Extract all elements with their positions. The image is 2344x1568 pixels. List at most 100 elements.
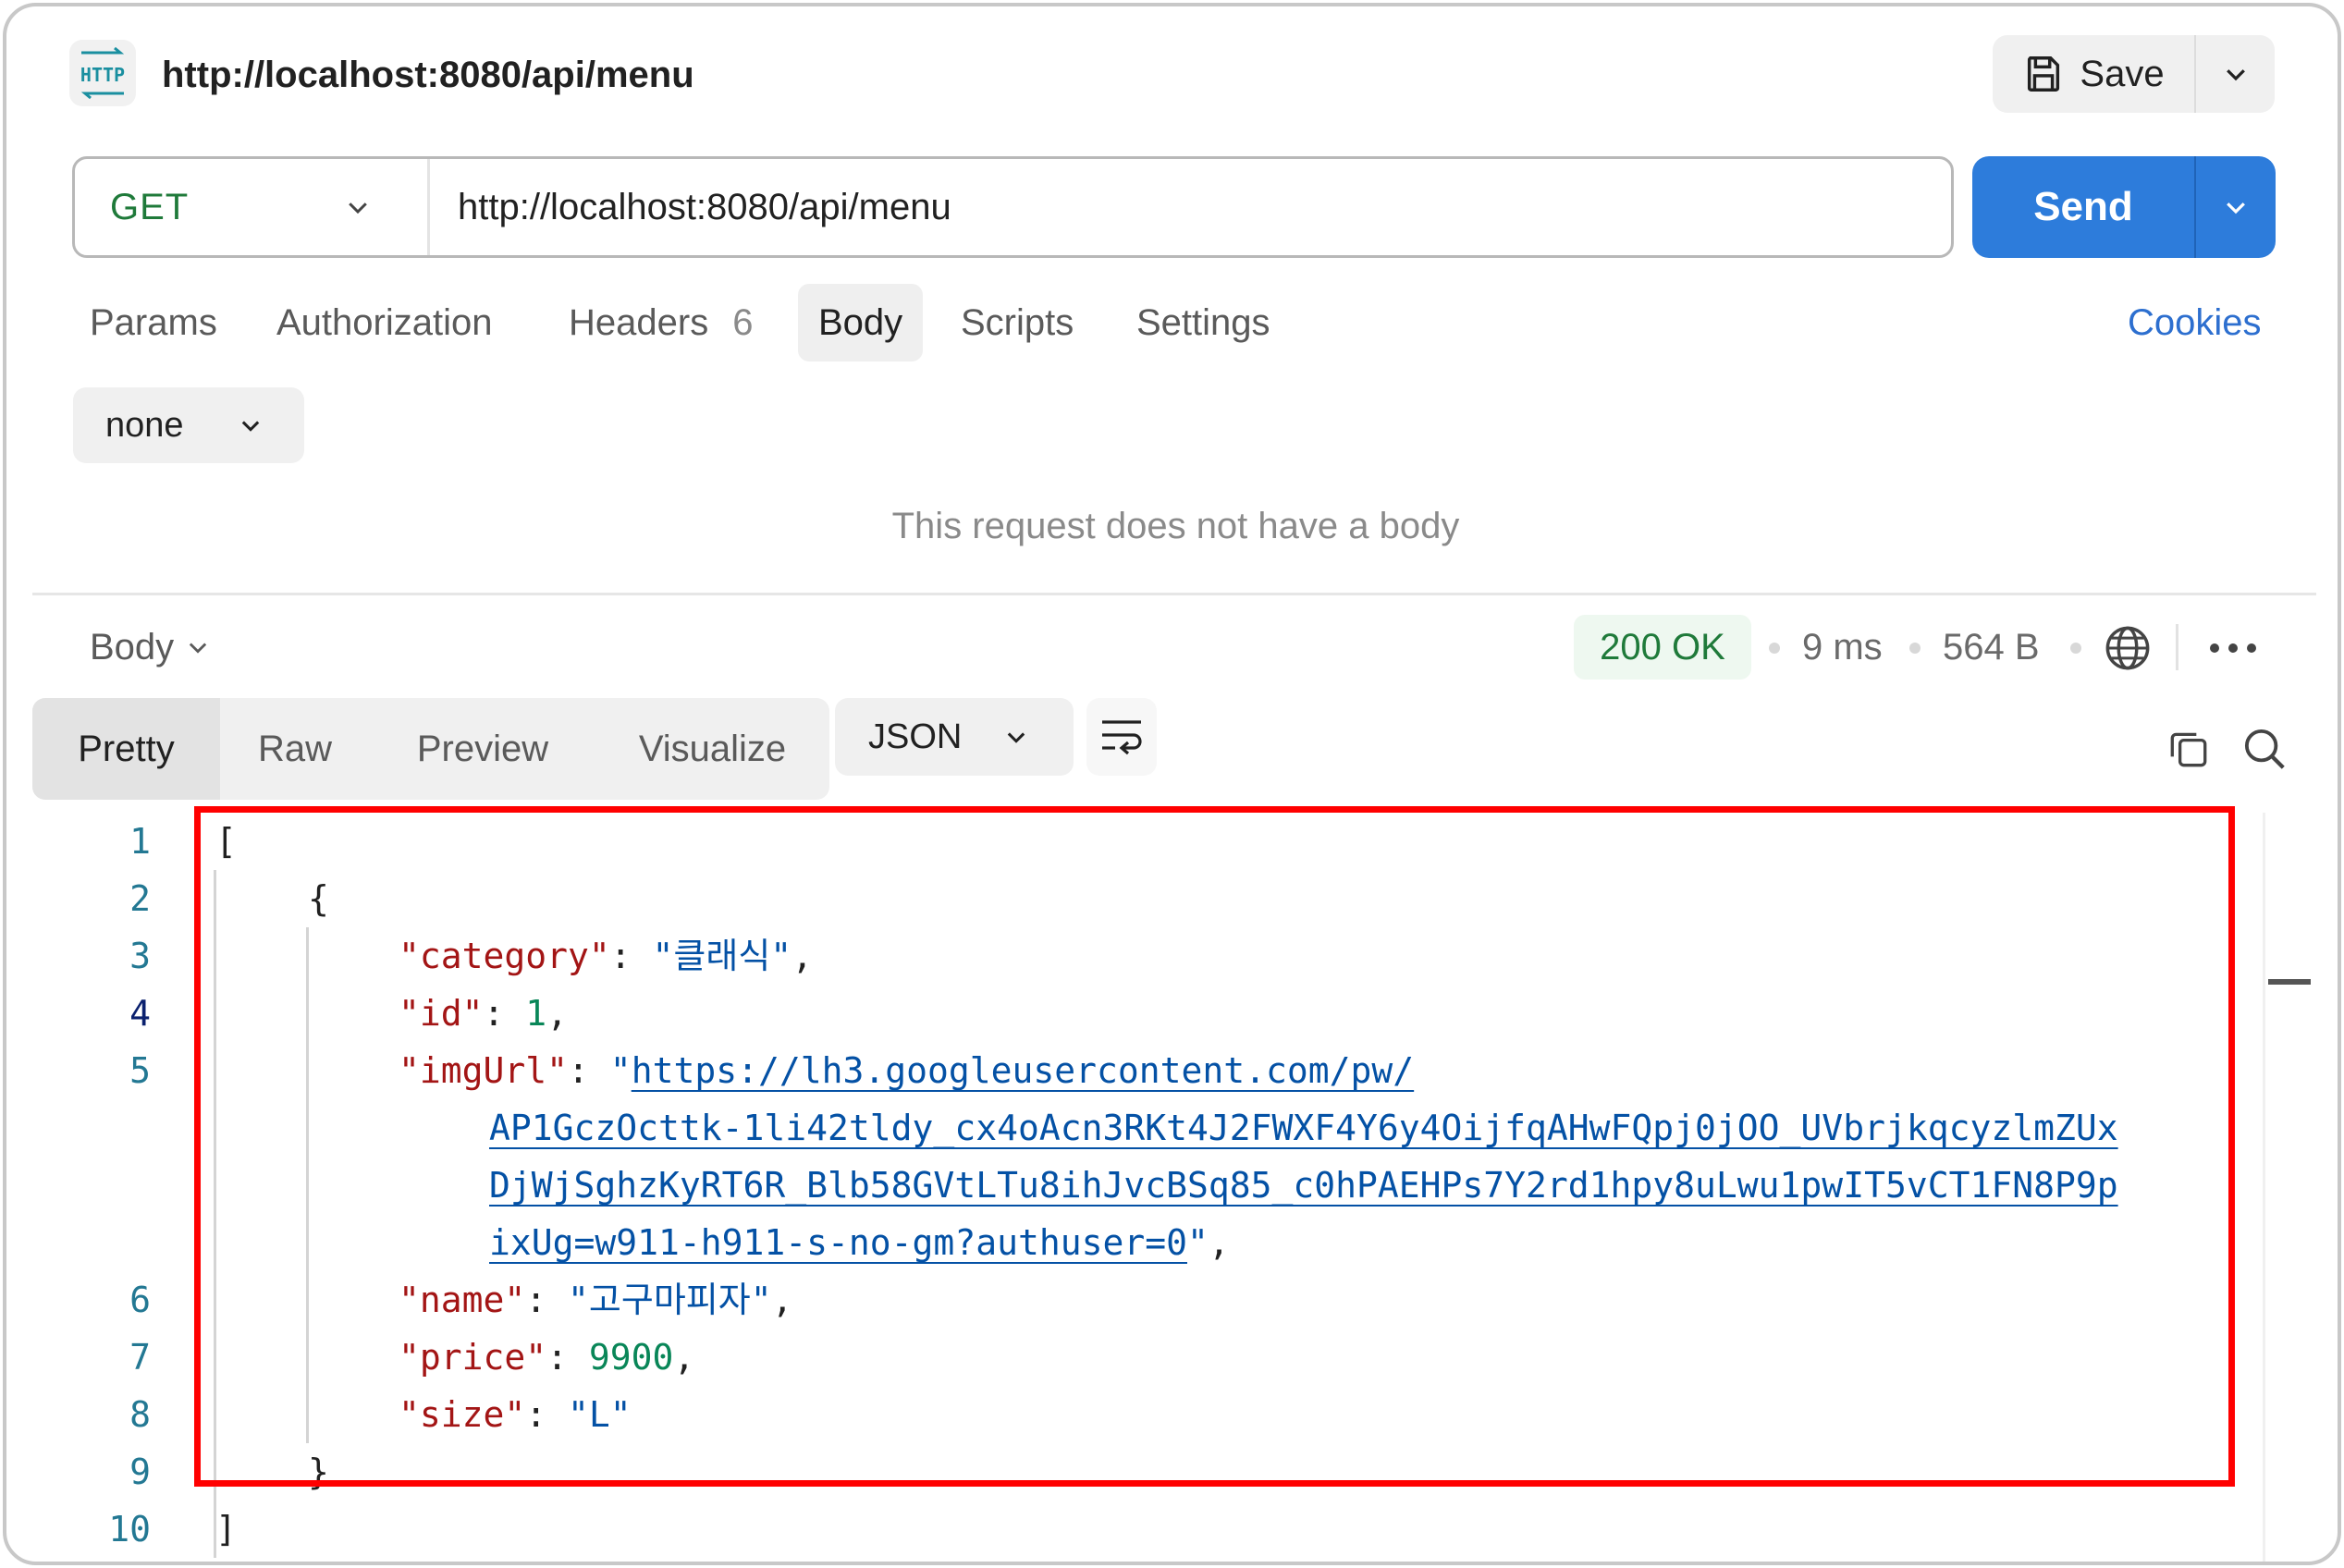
- word-wrap-button[interactable]: [1086, 698, 1157, 776]
- tab-headers-label: Headers: [569, 301, 709, 343]
- editor-scrollbar-thumb[interactable]: [2268, 979, 2311, 985]
- format-label: JSON: [868, 717, 963, 756]
- chevron-down-icon: [241, 421, 260, 432]
- indent-guide: [306, 927, 309, 1443]
- method-select[interactable]: GET: [75, 159, 430, 255]
- tab-visualize[interactable]: Visualize: [595, 698, 829, 800]
- json-number: 1: [525, 993, 547, 1034]
- tab-settings[interactable]: Settings: [1136, 284, 1270, 361]
- url-input[interactable]: [430, 159, 1951, 255]
- word-wrap-icon: [1102, 720, 1142, 755]
- copy-icon: [2170, 732, 2207, 767]
- line-number: 6: [129, 1280, 151, 1320]
- json-string: "L": [568, 1394, 632, 1435]
- line-number-current: 4: [129, 993, 151, 1034]
- indent-guide: [214, 870, 216, 1558]
- line-number: 7: [129, 1337, 151, 1378]
- tab-headers[interactable]: Headers 6: [569, 284, 753, 361]
- code-line: [: [215, 813, 237, 870]
- chevron-down-icon: [2226, 69, 2245, 81]
- response-size[interactable]: 564 B: [1943, 617, 2040, 678]
- http-arrows-icon: HTTP: [80, 47, 125, 99]
- send-button[interactable]: Send: [1972, 156, 2194, 258]
- line-number: 10: [108, 1509, 151, 1550]
- json-string: "클래식": [652, 936, 792, 976]
- code-line: "imgUrl": "https://lh3.googleusercontent…: [399, 1050, 1415, 1091]
- json-punct: ]: [215, 1509, 237, 1550]
- meta-separator: [2070, 643, 2081, 654]
- network-info-button[interactable]: [2100, 620, 2155, 676]
- send-button-group: Send: [1972, 156, 2276, 258]
- line-number: 8: [129, 1394, 151, 1435]
- img-url-link[interactable]: DjWjSghzKyRT6R_Blb58GVtLTu8ihJvcBSq85_c0…: [489, 1165, 2118, 1206]
- code-line: "size": "L": [399, 1394, 632, 1435]
- headers-count-badge: 6: [732, 301, 754, 343]
- tab-body[interactable]: Body: [798, 284, 924, 361]
- method-label: GET: [110, 186, 190, 227]
- tab-params[interactable]: Params: [90, 284, 217, 361]
- header-separator: [2176, 624, 2178, 670]
- save-options-button[interactable]: [2196, 35, 2275, 113]
- code-line: {: [308, 870, 329, 927]
- meta-separator: [1909, 643, 1921, 654]
- json-key: "name": [399, 1280, 526, 1320]
- search-button[interactable]: [2235, 720, 2294, 778]
- img-url-link[interactable]: ixUg=w911-h911-s-no-gm?authuser=0: [489, 1222, 1187, 1263]
- chevron-down-icon: [2227, 202, 2245, 214]
- tab-raw[interactable]: Raw: [220, 698, 370, 800]
- code-line: "category": "클래식",: [399, 936, 814, 976]
- response-view-tabs: Pretty Raw Preview Visualize: [32, 698, 829, 800]
- code-line: }: [308, 1443, 329, 1501]
- globe-icon: [2105, 626, 2150, 670]
- body-type-select[interactable]: none: [73, 387, 304, 463]
- url-bar: GET: [72, 156, 1954, 258]
- json-punct: [: [215, 821, 237, 862]
- tab-authorization[interactable]: Authorization: [276, 284, 492, 361]
- send-options-button[interactable]: [2196, 156, 2276, 258]
- line-number: 3: [129, 936, 151, 976]
- line-number: 5: [129, 1050, 151, 1091]
- code-line-wrapped: AP1GczOcttk-1li42tldy_cx4oAcn3RKt4J2FWXF…: [489, 1099, 2118, 1157]
- status-badge[interactable]: 200 OK: [1574, 615, 1751, 680]
- line-number: 2: [129, 878, 151, 919]
- json-punct: }: [308, 1452, 329, 1492]
- code-line: "id": 1,: [399, 993, 569, 1034]
- http-request-icon: HTTP: [69, 40, 136, 106]
- pane-divider[interactable]: [32, 593, 2316, 595]
- cookies-link[interactable]: Cookies: [2128, 284, 2262, 361]
- copy-button[interactable]: [2161, 720, 2216, 778]
- json-key: "imgUrl": [399, 1050, 569, 1091]
- img-url-link[interactable]: https://lh3.googleusercontent.com/pw/: [632, 1050, 1414, 1091]
- response-section-select[interactable]: Body: [90, 617, 211, 678]
- floppy-disk-icon: [2028, 56, 2060, 92]
- more-options-button[interactable]: [2202, 622, 2264, 674]
- editor-scrollbar-track[interactable]: [2263, 813, 2265, 1562]
- save-button[interactable]: Save: [1993, 35, 2194, 113]
- code-line-wrapped: DjWjSghzKyRT6R_Blb58GVtLTu8ihJvcBSq85_c0…: [489, 1157, 2118, 1214]
- code-line-wrapped: ixUg=w911-h911-s-no-gm?authuser=0",: [489, 1222, 1230, 1263]
- response-section-label: Body: [90, 626, 175, 668]
- response-time[interactable]: 9 ms: [1802, 617, 1883, 678]
- line-number: 1: [129, 821, 151, 862]
- tab-preview[interactable]: Preview: [370, 698, 595, 800]
- json-key: "size": [399, 1394, 526, 1435]
- body-type-label: none: [105, 405, 184, 445]
- tab-pretty[interactable]: Pretty: [32, 698, 220, 800]
- empty-body-message: This request does not have a body: [891, 506, 1460, 546]
- chevron-down-icon: [349, 202, 367, 214]
- img-url-link[interactable]: AP1GczOcttk-1li42tldy_cx4oAcn3RKt4J2FWXF…: [489, 1108, 2118, 1148]
- chevron-down-icon: [1007, 732, 1025, 743]
- code-line: "price": 9900,: [399, 1337, 695, 1378]
- request-title[interactable]: http://localhost:8080/api/menu: [162, 47, 694, 103]
- chevron-down-icon: [190, 643, 207, 654]
- tab-scripts[interactable]: Scripts: [961, 284, 1074, 361]
- line-number: 9: [129, 1452, 151, 1492]
- format-select[interactable]: JSON: [835, 698, 1074, 776]
- json-key: "category": [399, 936, 610, 976]
- save-label: Save: [2080, 53, 2165, 94]
- save-button-group: Save: [1993, 35, 2275, 113]
- meta-separator: [1769, 643, 1780, 654]
- ellipsis-icon: [2210, 643, 2256, 653]
- json-string: "고구마피자": [568, 1280, 772, 1320]
- code-line: ]: [215, 1501, 237, 1558]
